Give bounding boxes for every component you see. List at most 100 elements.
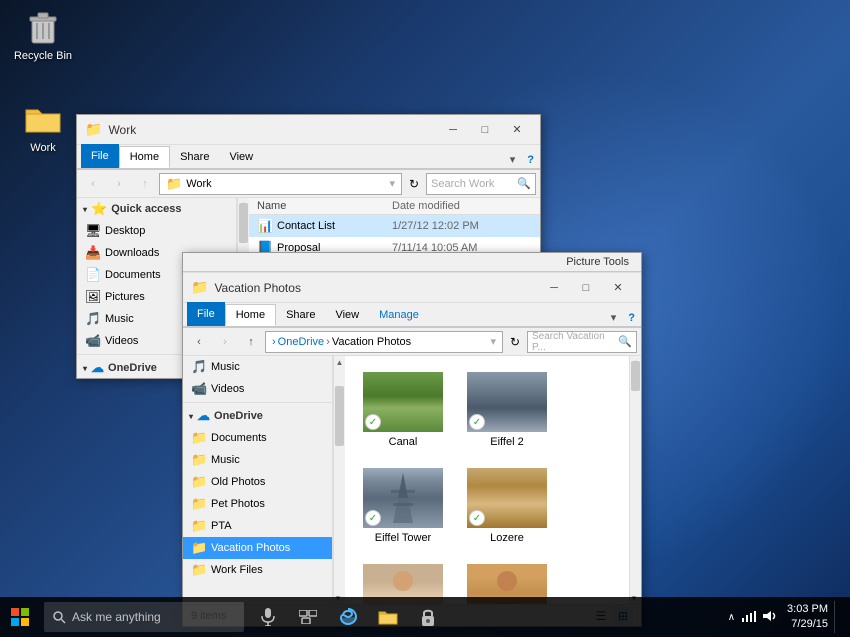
- vacation-content: 🎵 Music 📹 Videos ▾ ☁ OneDrive 📁 Document…: [183, 356, 641, 604]
- work-title-text: Work: [108, 123, 438, 137]
- taskbar-lock-button[interactable]: [408, 597, 448, 637]
- work-folder-icon[interactable]: Work: [8, 96, 78, 158]
- work-minimize-button[interactable]: ─: [438, 120, 468, 140]
- work-nav-up[interactable]: ↑: [133, 173, 157, 195]
- start-button[interactable]: [0, 597, 40, 637]
- vacation-titlebar: 📁 Vacation Photos ─ □ ✕: [183, 273, 641, 303]
- vacation-search-box[interactable]: Search Vacation P... 🔍: [527, 331, 637, 353]
- vacation-sidebar-workfiles[interactable]: 📁 Work Files: [183, 559, 332, 581]
- vacation-sidebar-petphotos[interactable]: 📁 Pet Photos: [183, 493, 332, 515]
- work-maximize-button[interactable]: □: [470, 120, 500, 140]
- photo-thumb-canal: ✓: [363, 372, 443, 432]
- work-folder-breadcrumb-icon: 📁: [166, 176, 182, 192]
- work-search-box[interactable]: Search Work 🔍: [426, 173, 536, 195]
- vacation-address-path[interactable]: › OneDrive › Vacation Photos ▾: [265, 331, 503, 353]
- vacation-tab-view[interactable]: View: [325, 304, 369, 326]
- vacation-nav-forward[interactable]: ›: [213, 331, 237, 353]
- taskbar-edge-button[interactable]: [328, 597, 368, 637]
- work-titlebar: 📁 Work ─ □ ✕: [77, 115, 540, 145]
- work-help-button[interactable]: ?: [521, 152, 540, 168]
- vacation-sidebar-pta[interactable]: 📁 PTA: [183, 515, 332, 537]
- explorer-icon: [378, 608, 398, 626]
- taskbar-clock[interactable]: 3:03 PM 7/29/15: [787, 602, 828, 633]
- vacation-breadcrumb-1[interactable]: OneDrive: [278, 336, 324, 348]
- taskbar-network-icon[interactable]: [741, 610, 757, 625]
- vacation-help-button[interactable]: ?: [622, 310, 641, 326]
- vacation-sidebar-scrollbar[interactable]: ▲ ▼: [333, 356, 345, 604]
- taskbar-explorer-button[interactable]: [368, 597, 408, 637]
- work-tab-share[interactable]: Share: [170, 146, 219, 168]
- quickaccess-star-icon: ⭐: [91, 201, 107, 217]
- vacation-close-button[interactable]: ✕: [603, 278, 633, 298]
- work-folder-image: [23, 100, 63, 140]
- eiffel2-check-badge: ✓: [469, 414, 485, 430]
- photo-thumb-lozere: ✓: [467, 468, 547, 528]
- excel-icon-0: 📊: [257, 218, 273, 234]
- vacation-sidebar-odrive-documents[interactable]: 📁 Documents: [183, 427, 332, 449]
- vacation-videos-icon: 📹: [191, 381, 207, 397]
- work-refresh-button[interactable]: ↻: [404, 173, 424, 195]
- work-address-path[interactable]: 📁 Work ▾: [159, 173, 402, 195]
- vacation-music-icon: 🎵: [191, 359, 207, 375]
- vacation-tab-file[interactable]: File: [187, 302, 225, 326]
- work-close-button[interactable]: ✕: [502, 120, 532, 140]
- sidebar-music-label: Music: [105, 313, 134, 325]
- photo-item-eiffel2[interactable]: ✓ Eiffel 2: [457, 364, 557, 456]
- vacation-nav-up[interactable]: ↑: [239, 331, 263, 353]
- vacation-refresh-button[interactable]: ↻: [505, 331, 525, 353]
- vacation-sidebar-oldphotos[interactable]: 📁 Old Photos: [183, 471, 332, 493]
- vacation-tab-home[interactable]: Home: [225, 304, 276, 326]
- vacation-minimize-button[interactable]: ─: [539, 278, 569, 298]
- work-tab-home[interactable]: Home: [119, 146, 170, 168]
- vacation-scroll-thumb[interactable]: [335, 386, 344, 446]
- work-search-icon[interactable]: 🔍: [517, 177, 531, 190]
- photo-thumb-eiffel-tower: ✓: [363, 468, 443, 528]
- taskbar-show-desktop-button[interactable]: [834, 601, 842, 633]
- vacation-nav-back[interactable]: ‹: [187, 331, 211, 353]
- photo-item-lozere[interactable]: ✓ Lozere: [457, 460, 557, 552]
- vacation-search-icon[interactable]: 🔍: [618, 335, 632, 348]
- work-file-row-0[interactable]: 📊 Contact List 1/27/12 12:02 PM: [249, 215, 540, 237]
- windows-logo-icon: [11, 608, 29, 626]
- vacation-sidebar-music[interactable]: 🎵 Music: [183, 356, 332, 378]
- vacation-sidebar-odrive-music[interactable]: 📁 Music: [183, 449, 332, 471]
- taskbar-speaker-icon[interactable]: [761, 609, 777, 626]
- vacation-sidebar-videos[interactable]: 📹 Videos: [183, 378, 332, 400]
- vacation-onedrive-header[interactable]: ▾ ☁ OneDrive: [183, 405, 332, 427]
- microphone-icon: [261, 608, 275, 626]
- vacation-scroll-up[interactable]: ▲: [334, 356, 345, 368]
- desktop-icon-small: 🖥: [85, 223, 101, 239]
- vacation-window-controls: ─ □ ✕: [539, 278, 633, 298]
- vacation-content-scroll-thumb[interactable]: [631, 361, 640, 391]
- work-nav-back[interactable]: ‹: [81, 173, 105, 195]
- vacation-tab-share[interactable]: Share: [276, 304, 325, 326]
- taskbar-chevron-icon[interactable]: ∧: [728, 612, 735, 623]
- vacation-maximize-button[interactable]: □: [571, 278, 601, 298]
- documents-icon-small: 📄: [85, 267, 101, 283]
- vacation-content-scrollbar[interactable]: ▲ ▼: [629, 356, 641, 604]
- vacation-tab-manage[interactable]: Manage: [369, 304, 429, 326]
- vacation-onedrive-arrow: ▾: [189, 412, 193, 421]
- work-nav-forward[interactable]: ›: [107, 173, 131, 195]
- work-ribbon: File Home Share View ▾ ?: [77, 145, 540, 170]
- work-quickaccess-header[interactable]: ▾ ⭐ Quick access: [77, 198, 236, 220]
- vacation-expand-ribbon[interactable]: ▾: [605, 309, 623, 326]
- vacation-sidebar-vacation-photos[interactable]: 📁 Vacation Photos: [183, 537, 332, 559]
- taskbar-search-box[interactable]: Ask me anything: [44, 602, 244, 632]
- work-tab-view[interactable]: View: [219, 146, 263, 168]
- sidebar-item-desktop[interactable]: 🖥 Desktop: [77, 220, 236, 242]
- pictures-icon-small: 🖼: [85, 289, 101, 305]
- speaker-svg-icon: [761, 609, 777, 623]
- taskbar-mic-button[interactable]: [248, 597, 288, 637]
- work-col-date: Date modified: [392, 200, 532, 212]
- recycle-bin-icon[interactable]: Recycle Bin: [8, 4, 78, 66]
- vacation-ribbon: File Home Share View Manage ▾ ?: [183, 303, 641, 328]
- photo-item-eiffel-tower[interactable]: ✓ Eiffel Tower: [353, 460, 453, 552]
- taskbar-task-view-button[interactable]: [288, 597, 328, 637]
- vacation-breadcrumb-arrow1: ›: [272, 336, 276, 348]
- work-tab-file[interactable]: File: [81, 144, 119, 168]
- work-scroll-thumb[interactable]: [239, 203, 248, 243]
- vacation-window: Picture Tools 📁 Vacation Photos ─ □ ✕ Fi…: [182, 252, 642, 627]
- work-expand-ribbon[interactable]: ▾: [504, 151, 522, 168]
- photo-item-canal[interactable]: ✓ Canal: [353, 364, 453, 456]
